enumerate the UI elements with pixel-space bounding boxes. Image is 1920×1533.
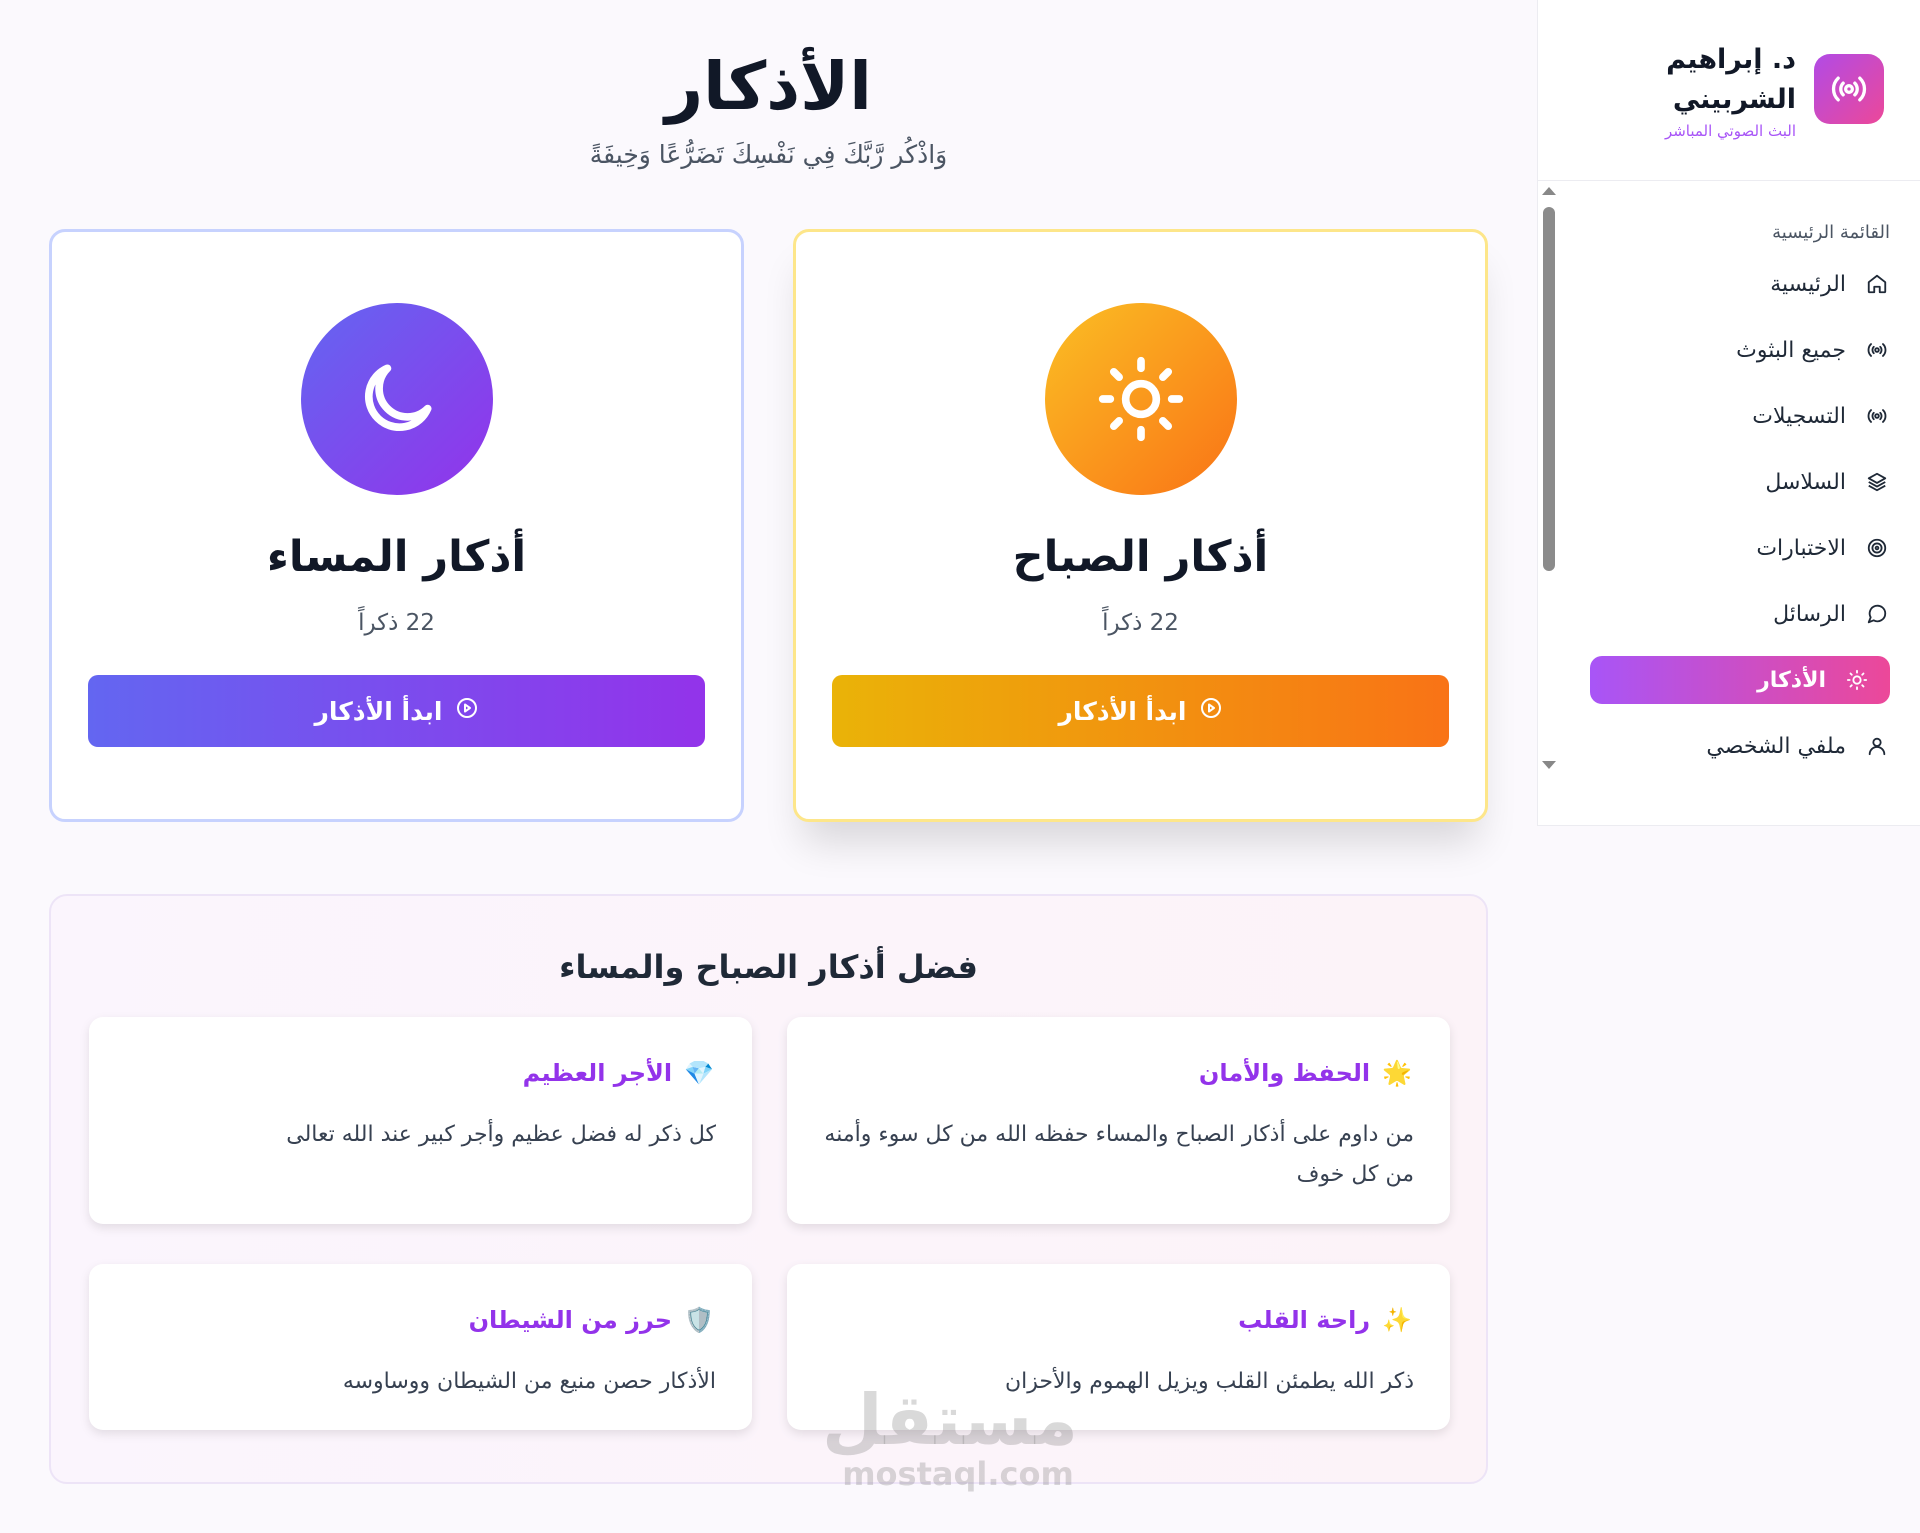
- sidebar-item-recordings[interactable]: التسجيلات: [1590, 392, 1890, 440]
- sidebar-item-label: الأذكار: [1757, 667, 1826, 693]
- scrollbar-thumb[interactable]: [1543, 207, 1555, 571]
- page-subtitle: وَاذْكُر رَّبَّكَ فِي نَفْسِكَ تَضَرُّعً…: [589, 140, 948, 169]
- play-circle-icon: [455, 696, 479, 726]
- start-morning-adhkar-button[interactable]: ابدأ الأذكار: [832, 675, 1449, 747]
- virtues-panel: فضل أذكار الصباح والمساء 🌟 الحفظ والأمان…: [49, 894, 1488, 1484]
- sidebar-item-quizzes[interactable]: الاختبارات: [1590, 524, 1890, 572]
- sidebar-item-series[interactable]: السلاسل: [1590, 458, 1890, 506]
- card-count: 22 ذكراً: [358, 610, 435, 636]
- sun-icon: [1844, 667, 1870, 693]
- sidebar-item-label: التسجيلات: [1752, 403, 1846, 429]
- scroll-up-arrow-icon[interactable]: [1542, 187, 1556, 195]
- sidebar-item-label: السلاسل: [1765, 469, 1846, 495]
- virtue-text: كل ذكر له فضل عظيم وأجر كبير عند الله تع…: [286, 1122, 716, 1147]
- virtues-title: فضل أذكار الصباح والمساء: [559, 948, 978, 986]
- sidebar-item-label: الرسائل: [1773, 601, 1846, 627]
- broadcast-icon: [1864, 337, 1890, 363]
- sun-icon: [1044, 303, 1237, 495]
- star-icon: 🌟: [1382, 1059, 1412, 1087]
- home-icon: [1864, 271, 1890, 297]
- sidebar-item-all-broadcasts[interactable]: جميع البثوث: [1590, 326, 1890, 374]
- button-label: ابدأ الأذكار: [314, 696, 443, 726]
- page-title: الأذكار: [665, 48, 872, 125]
- evening-adhkar-card[interactable]: أذكار المساء 22 ذكراً ابدأ الأذكار: [49, 229, 744, 822]
- target-icon: [1864, 535, 1890, 561]
- play-circle-icon: [1199, 696, 1223, 726]
- card-title: أذكار المساء: [266, 532, 527, 582]
- card-count: 22 ذكراً: [1102, 610, 1179, 636]
- watermark-arabic: مستقل: [821, 1379, 1078, 1461]
- sidebar-item-adhkar[interactable]: الأذكار: [1590, 656, 1890, 704]
- virtue-card-header: 🛡️ حرز من الشيطان: [469, 1306, 714, 1334]
- watermark-logo: مستقل mostaql.com: [821, 1379, 1078, 1493]
- gem-icon: 💎: [684, 1059, 714, 1087]
- sidebar-item-label: الاختبارات: [1756, 535, 1846, 561]
- virtue-title: الأجر العظيم: [522, 1059, 673, 1087]
- virtue-text: من داوم على أذكار الصباح والمساء حفظه ال…: [824, 1122, 1414, 1187]
- brand-subtitle: البث الصوتي المباشر: [1664, 122, 1796, 140]
- morning-adhkar-card[interactable]: أذكار الصباح 22 ذكراً ابدأ الأذكار: [793, 229, 1488, 822]
- sidebar-item-label: جميع البثوث: [1736, 337, 1846, 363]
- sidebar-scrollbar[interactable]: [1538, 181, 1560, 781]
- moon-icon: [300, 303, 493, 495]
- brand-header: د. إبراهيم الشربيني البث الصوتي المباشر: [1538, 0, 1920, 181]
- virtue-card-protection: 🌟 الحفظ والأمان من داوم على أذكار الصباح…: [787, 1017, 1450, 1224]
- virtue-card-reward: 💎 الأجر العظيم كل ذكر له فضل عظيم وأجر ك…: [89, 1017, 752, 1224]
- sparkles-icon: ✨: [1382, 1306, 1412, 1334]
- virtue-text: الأذكار حصن منيع من الشيطان ووساوسه: [342, 1369, 716, 1394]
- virtue-title: حرز من الشيطان: [468, 1306, 673, 1334]
- button-label: ابدأ الأذكار: [1058, 696, 1187, 726]
- layers-icon: [1864, 469, 1890, 495]
- sidebar: د. إبراهيم الشربيني البث الصوتي المباشر …: [1537, 0, 1920, 826]
- watermark-latin: mostaql.com: [842, 1455, 1074, 1493]
- brand-name: د. إبراهيم الشربيني: [1666, 44, 1796, 115]
- nav-section-label: القائمة الرئيسية: [1772, 222, 1890, 243]
- sidebar-item-profile[interactable]: ملفي الشخصي: [1590, 722, 1890, 770]
- user-icon: [1864, 733, 1890, 759]
- shield-icon: 🛡️: [684, 1306, 714, 1334]
- start-evening-adhkar-button[interactable]: ابدأ الأذكار: [88, 675, 705, 747]
- virtue-card-header: 💎 الأجر العظيم: [523, 1059, 714, 1087]
- virtue-card-shield: 🛡️ حرز من الشيطان الأذكار حصن منيع من ال…: [89, 1264, 752, 1430]
- broadcast-icon[interactable]: [1814, 54, 1884, 124]
- sidebar-item-label: ملفي الشخصي: [1706, 733, 1846, 759]
- virtue-title: راحة القلب: [1238, 1306, 1371, 1334]
- broadcast-icon: [1864, 403, 1890, 429]
- virtue-card-header: ✨ راحة القلب: [1238, 1306, 1412, 1334]
- virtue-title: الحفظ والأمان: [1198, 1059, 1371, 1087]
- sidebar-item-label: الرئيسية: [1770, 271, 1846, 297]
- virtue-card-header: 🌟 الحفظ والأمان: [1199, 1059, 1412, 1087]
- message-icon: [1864, 601, 1890, 627]
- sidebar-item-messages[interactable]: الرسائل: [1590, 590, 1890, 638]
- scroll-down-arrow-icon[interactable]: [1542, 761, 1556, 769]
- card-title: أذكار الصباح: [1012, 532, 1269, 582]
- sidebar-item-home[interactable]: الرئيسية: [1590, 260, 1890, 308]
